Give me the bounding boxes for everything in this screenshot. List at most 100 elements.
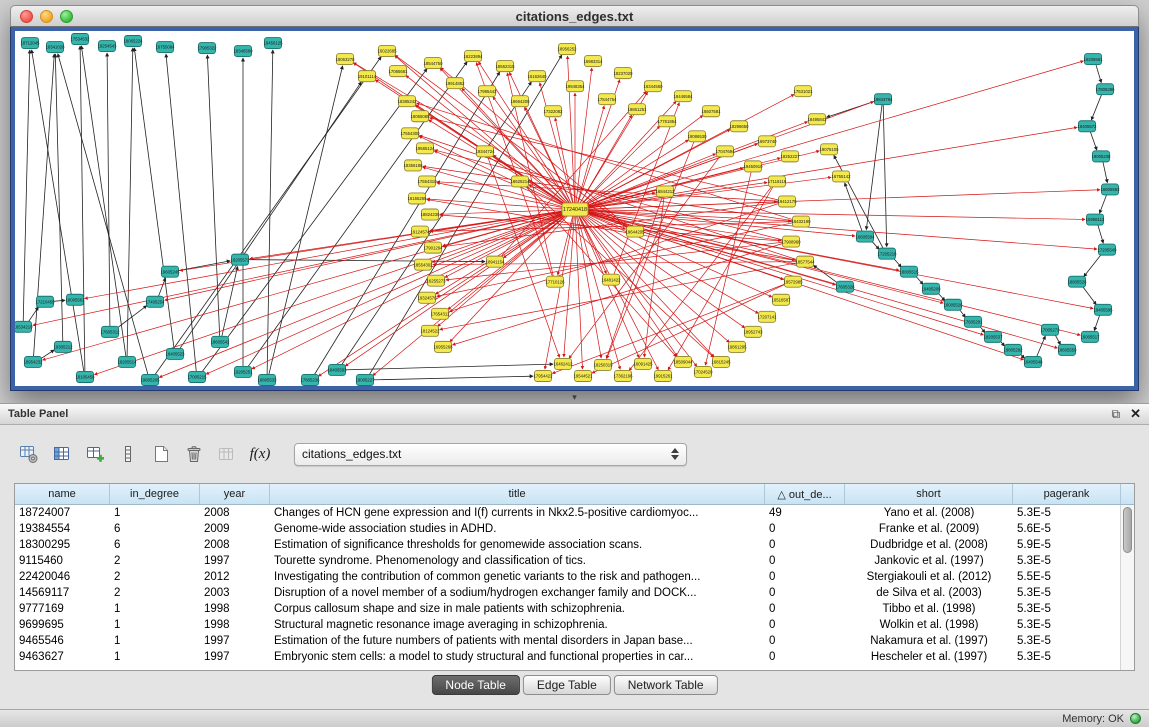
table-row[interactable]: 1456911722003Disruption of a novel membe… xyxy=(15,585,1120,601)
close-panel-icon[interactable]: ✕ xyxy=(1130,408,1141,420)
graph-node[interactable]: 19324570 xyxy=(417,292,437,303)
graph-node[interactable]: 17534532 xyxy=(70,34,90,45)
graph-node[interactable]: 18577544 xyxy=(795,256,815,267)
graph-node[interactable]: 19405595 xyxy=(1093,304,1113,315)
delete-table-icon[interactable] xyxy=(181,441,207,467)
graph-node[interactable]: 16091425 xyxy=(633,358,653,369)
graph-node[interactable]: 18065224 xyxy=(123,36,143,47)
scrollbar-thumb[interactable] xyxy=(1123,507,1132,553)
graph-node[interactable]: 16255273 xyxy=(426,275,446,286)
graph-node[interactable]: 16005526 xyxy=(943,299,963,310)
graph-node[interactable]: 16534210 xyxy=(15,321,33,332)
column-header-in-degree[interactable]: in_degree xyxy=(110,484,200,504)
graph-node[interactable]: 16755084 xyxy=(155,42,175,53)
column-header-pagerank[interactable]: pagerank xyxy=(1013,484,1121,504)
graph-node[interactable]: 17954422 xyxy=(533,370,553,381)
graph-node[interactable]: 18405572 xyxy=(1077,121,1097,132)
graph-node[interactable]: 19305212 xyxy=(53,341,73,352)
graph-node[interactable]: 18063276 xyxy=(335,54,355,65)
graph-node[interactable]: 16605594 xyxy=(855,231,875,242)
column-header-out-de-[interactable]: △ out_de... xyxy=(765,484,845,504)
column-header-year[interactable]: year xyxy=(200,484,270,504)
graph-node[interactable]: 18605559 xyxy=(1057,344,1077,355)
graph-node[interactable]: 17654311 xyxy=(431,308,450,319)
graph-node[interactable]: 19948354 xyxy=(565,81,585,92)
graph-node[interactable]: 18625214 xyxy=(510,176,530,187)
tab-edge-table[interactable]: Edge Table xyxy=(523,675,611,695)
graph-node[interactable]: 16815245 xyxy=(711,356,731,367)
graph-node[interactable]: 16955268 xyxy=(433,341,453,352)
graph-node[interactable]: 18250319 xyxy=(593,359,613,370)
graph-node[interactable]: 18509044 xyxy=(673,356,693,367)
graph-node[interactable]: 17085681 xyxy=(388,66,408,77)
table-row[interactable]: 946554611997Estimation of the future num… xyxy=(15,633,1120,649)
table-scrollbar[interactable] xyxy=(1120,505,1134,670)
graph-node[interactable]: 17844754 xyxy=(597,94,617,105)
graph-node[interactable]: 19405209 xyxy=(921,283,941,294)
import-table-icon[interactable] xyxy=(214,441,240,467)
graph-node[interactable]: 16005517 xyxy=(1080,331,1100,342)
create-column-icon[interactable] xyxy=(82,441,108,467)
column-header-title[interactable]: title xyxy=(270,484,765,504)
graph-node[interactable]: 16205572 xyxy=(230,254,250,265)
graph-node[interactable]: 17047694 xyxy=(715,146,735,157)
graph-node[interactable]: 16755142 xyxy=(831,171,851,182)
graph-node[interactable]: 16341028 xyxy=(45,42,65,53)
graph-node[interactable]: 19344724 xyxy=(475,146,495,157)
graph-node[interactable]: 18554302 xyxy=(413,259,433,270)
graph-node[interactable]: 17605328 xyxy=(835,281,855,292)
graph-node[interactable]: 19086530 xyxy=(687,131,707,142)
graph-node[interactable]: 19565124 xyxy=(415,143,435,154)
tab-node-table[interactable]: Node Table xyxy=(431,675,520,695)
graph-node[interactable]: 18205514 xyxy=(117,356,137,367)
graph-node[interactable]: 16432190 xyxy=(791,216,811,227)
graph-node[interactable]: 17024529 xyxy=(693,366,713,377)
graph-node[interactable]: 19805282 xyxy=(1003,344,1023,355)
graph-node[interactable]: 19254543 xyxy=(97,41,117,52)
close-window-button[interactable] xyxy=(20,10,33,23)
graph-node[interactable]: 17116119 xyxy=(768,176,787,187)
graph-node[interactable]: 17554300 xyxy=(400,128,420,139)
graph-node[interactable]: 16105458 xyxy=(75,371,95,382)
graph-node[interactable]: 18805526 xyxy=(1067,276,1087,287)
graph-node[interactable]: 19644205 xyxy=(625,226,645,237)
graph-node[interactable]: 18544750 xyxy=(423,58,443,69)
graph-node[interactable]: 16223894 xyxy=(463,51,483,62)
minimize-window-button[interactable] xyxy=(40,10,53,23)
graph-node[interactable]: 19572985 xyxy=(783,276,803,287)
graph-node[interactable]: 17605312 xyxy=(100,326,120,337)
graph-node[interactable]: 17005273 xyxy=(1040,324,1060,335)
graph-node[interactable]: 19456125 xyxy=(263,38,283,49)
table-row[interactable]: 1830029562008Estimation of significance … xyxy=(15,537,1120,553)
graph-node[interactable]: 19805205 xyxy=(140,374,160,385)
graph-node[interactable]: 18005561 xyxy=(65,294,85,305)
graph-node[interactable]: 19412175 xyxy=(777,196,797,207)
function-builder-icon[interactable]: f(x) xyxy=(247,441,273,467)
graph-node[interactable]: 18941154 xyxy=(486,256,505,267)
graph-node[interactable]: 18952743 xyxy=(743,326,763,337)
split-divider[interactable]: ▾ xyxy=(0,391,1149,403)
graph-node[interactable]: 19450910 xyxy=(743,161,763,172)
graph-node[interactable]: 19861251 xyxy=(627,104,647,115)
graph-node[interactable]: 17005215 xyxy=(187,371,207,382)
float-panel-icon[interactable]: ⧉ xyxy=(1112,408,1121,420)
network-canvas[interactable]: 1724041818385242160550651755430019565124… xyxy=(15,31,1134,386)
graph-node[interactable]: 17908960 xyxy=(781,236,801,247)
table-mode-icon[interactable] xyxy=(16,441,42,467)
graph-node[interactable]: 18805515 xyxy=(899,266,919,277)
graph-node[interactable]: 17901294 xyxy=(423,242,443,253)
graph-node[interactable]: 16983314 xyxy=(583,56,603,67)
graph-node[interactable]: 16344560 xyxy=(643,81,663,92)
table-row[interactable]: 911546021997Tourette syndrome. Phenomeno… xyxy=(15,553,1120,569)
graph-node[interactable]: 19101114 xyxy=(358,71,377,82)
graph-node[interactable]: 17207141 xyxy=(757,311,777,322)
graph-node[interactable]: 18446584 xyxy=(673,91,693,102)
graph-node[interactable]: 19915261 xyxy=(653,370,673,381)
window-titlebar[interactable]: citations_edges.txt xyxy=(10,5,1139,27)
graph-node[interactable]: 18495843 xyxy=(807,114,827,125)
table-row[interactable]: 1872400712008Changes of HCN gene express… xyxy=(15,505,1120,521)
table-row[interactable]: 969969511998Structural magnetic resonanc… xyxy=(15,617,1120,633)
graph-node[interactable]: 19124574 xyxy=(410,226,430,237)
graph-node[interactable]: 18385242 xyxy=(397,96,417,107)
graph-node[interactable]: 17405254 xyxy=(145,296,165,307)
